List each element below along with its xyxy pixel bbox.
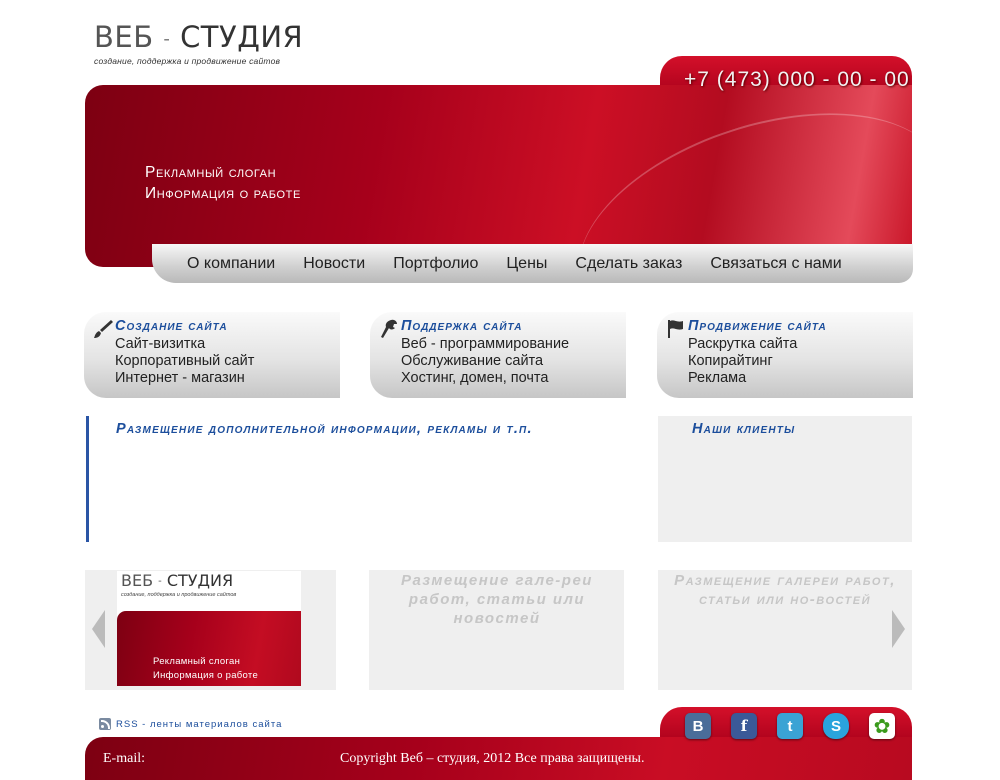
thumb-logo-part2: СТУДИЯ: [166, 571, 234, 590]
service-title[interactable]: Поддержка сайта: [401, 318, 522, 334]
service-item[interactable]: Хостинг, домен, почта: [401, 370, 569, 387]
footer-email[interactable]: E-mail:: [103, 751, 145, 767]
facebook-icon[interactable]: f: [731, 713, 757, 739]
service-title[interactable]: Продвижение сайта: [688, 318, 827, 334]
main-nav: О компании Новости Портфолио Цены Сделат…: [152, 244, 913, 283]
social-links: B f t S ✿: [685, 713, 895, 739]
thumb-subtitle: создание, поддержка и продвижение сайтов: [121, 592, 237, 598]
logo-subtitle: создание, поддержка и продвижение сайтов: [94, 56, 281, 66]
gallery-text-3: Размещение галереи работ, статьи или но-…: [674, 572, 896, 608]
header-slogan: Рекламный слоган Информация о работе: [145, 162, 301, 204]
service-title[interactable]: Создание сайта: [115, 318, 228, 334]
thumb-logo-part1: ВЕБ: [121, 571, 154, 590]
nav-item-order[interactable]: Сделать заказ: [575, 255, 682, 273]
service-item[interactable]: Реклама: [688, 370, 797, 387]
service-item[interactable]: Раскрутка сайта: [688, 336, 797, 353]
slogan-line-2: Информация о работе: [145, 185, 301, 202]
vkontakte-icon[interactable]: B: [685, 713, 711, 739]
rss-label[interactable]: RSS - ленты материалов сайта: [116, 719, 282, 730]
rss-link[interactable]: RSS - ленты материалов сайта: [99, 718, 282, 730]
nav-item-about[interactable]: О компании: [187, 255, 275, 273]
twitter-icon[interactable]: t: [777, 713, 803, 739]
info-title: Размещение дополнительной информации, ре…: [116, 421, 533, 437]
logo-title-dash: -: [163, 28, 171, 50]
service-list: Раскрутка сайта Копирайтинг Реклама: [688, 336, 797, 387]
chevron-left-icon[interactable]: [92, 610, 105, 648]
service-box-support[interactable]: Поддержка сайта Веб - программирование О…: [370, 312, 626, 398]
service-item[interactable]: Обслуживание сайта: [401, 353, 569, 370]
service-box-promotion[interactable]: Продвижение сайта Раскрутка сайта Копира…: [657, 312, 913, 398]
nav-item-contact[interactable]: Связаться с нами: [710, 255, 841, 273]
wrench-icon: [381, 319, 397, 338]
rss-icon: [99, 718, 111, 730]
service-item[interactable]: Сайт-визитка: [115, 336, 254, 353]
logo-title: ВЕБ - СТУДИЯ: [94, 20, 334, 54]
icq-icon[interactable]: ✿: [869, 713, 895, 739]
flag-icon: [668, 320, 683, 338]
service-item[interactable]: Веб - программирование: [401, 336, 569, 353]
skype-icon[interactable]: S: [823, 713, 849, 739]
gallery-thumbnail[interactable]: ВЕБ - СТУДИЯ создание, поддержка и продв…: [117, 571, 301, 686]
service-item[interactable]: Интернет - магазин: [115, 370, 254, 387]
service-list: Веб - программирование Обслуживание сайт…: [401, 336, 569, 387]
nav-item-news[interactable]: Новости: [303, 255, 365, 273]
logo-title-part1: ВЕБ: [94, 20, 154, 54]
phone-number: +7 (473) 000 - 00 - 00: [684, 68, 910, 91]
service-item[interactable]: Копирайтинг: [688, 353, 797, 370]
footer-copyright: Copyright Веб – студия, 2012 Все права з…: [340, 751, 645, 766]
thumb-slogan: Рекламный слоган Информация о работе: [153, 655, 258, 683]
thumb-logo: ВЕБ - СТУДИЯ: [121, 571, 233, 590]
nav-item-portfolio[interactable]: Портфолио: [393, 255, 478, 273]
service-item[interactable]: Корпоративный сайт: [115, 353, 254, 370]
nav-item-prices[interactable]: Цены: [506, 255, 547, 273]
thumb-logo-dash: -: [158, 576, 162, 587]
thumb-slogan-line-1: Рекламный слоган: [153, 656, 241, 667]
service-list: Сайт-визитка Корпоративный сайт Интернет…: [115, 336, 254, 387]
slogan-line-1: Рекламный слоган: [145, 164, 277, 181]
brush-icon: [94, 320, 113, 338]
site-logo[interactable]: ВЕБ - СТУДИЯ создание, поддержка и продв…: [94, 20, 334, 66]
logo-title-part2: СТУДИЯ: [180, 20, 304, 54]
gallery-text-2: Размещение гале-реи работ, статьи или но…: [401, 572, 593, 627]
thumb-slogan-line-2: Информация о работе: [153, 670, 259, 681]
service-box-creation[interactable]: Создание сайта Сайт-визитка Корпоративны…: [84, 312, 340, 398]
chevron-right-icon[interactable]: [892, 610, 905, 648]
clients-title: Наши клиенты: [692, 421, 796, 437]
